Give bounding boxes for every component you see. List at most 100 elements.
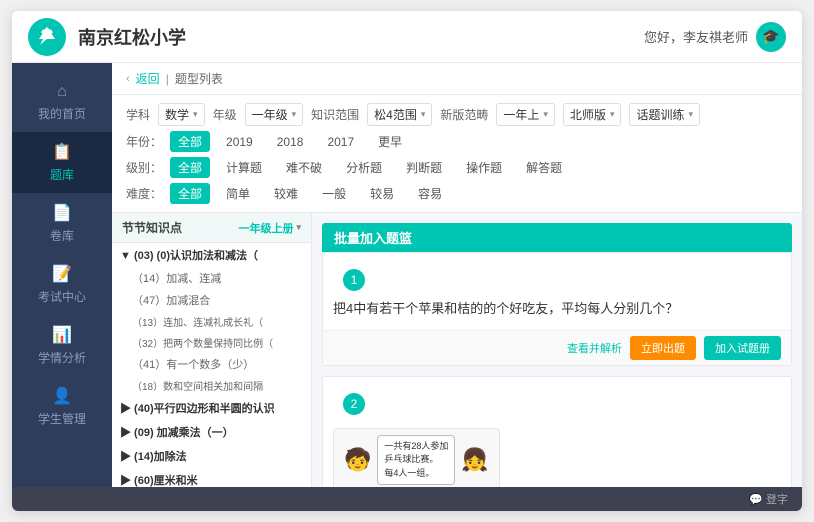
home-icon: ⌂ bbox=[57, 83, 67, 101]
figure-left: 🧒 bbox=[344, 447, 371, 473]
version-dropdown-arrow-2: ▾ bbox=[610, 109, 615, 120]
tree-item-3[interactable]: （13）连加、连减礼成长礼（ bbox=[112, 311, 311, 332]
grade-select[interactable]: 一年级 ▾ bbox=[245, 103, 304, 126]
header: 南京红松小学 您好，李友祺老师 🎓 bbox=[12, 11, 802, 63]
wechat-label: 登字 bbox=[766, 491, 788, 507]
expand-analysis-btn[interactable]: 查看并解析 bbox=[567, 340, 622, 356]
sidebar-label-papers: 卷库 bbox=[50, 227, 74, 244]
tree-item-0[interactable]: ▼ (03) (0)认识加法和减法（ bbox=[112, 243, 311, 267]
tree-item-10[interactable]: ▶ (60)厘米和米 bbox=[112, 468, 311, 487]
type-tag-1[interactable]: 计算题 bbox=[218, 157, 270, 178]
year-tag-all[interactable]: 全部 bbox=[170, 131, 210, 152]
grade-label: 年级 bbox=[213, 106, 237, 123]
scope-select[interactable]: 松4范围 ▾ bbox=[367, 103, 432, 126]
tree-item-0-text: ▼ (03) (0)认识加法和减法（ bbox=[120, 247, 258, 263]
question-card-1: 1 把4中有若干个苹果和桔的的个好吃友，平均每人分别几个？ 查看并解析 立即出题… bbox=[322, 252, 792, 366]
tree-item-4[interactable]: （32）把两个数量保持同比例（ bbox=[112, 332, 311, 353]
analysis-icon: 📊 bbox=[52, 325, 72, 345]
left-panel-header: 节节知识点 一年级上册 ▾ bbox=[112, 213, 311, 243]
tree-item-4-text: （32）把两个数量保持同比例（ bbox=[132, 335, 273, 350]
version-select-2[interactable]: 北师版 ▾ bbox=[563, 103, 622, 126]
scope-label: 知识范围 bbox=[311, 106, 359, 123]
sidebar-label-questions: 题库 bbox=[50, 166, 74, 183]
tree-item-6[interactable]: （18）数和空间相关加和间隔 bbox=[112, 375, 311, 396]
question-illustration: 🧒 一共有28人参加 乒乓球比赛。 每4人一组。 👧 bbox=[333, 428, 500, 487]
exam-icon: 📝 bbox=[52, 264, 72, 284]
year-tag-2017[interactable]: 2017 bbox=[319, 133, 362, 151]
grade-dropdown-icon: ▾ bbox=[296, 222, 301, 233]
sidebar-item-questions[interactable]: 📋 题库 bbox=[12, 132, 112, 193]
sidebar-item-analysis[interactable]: 📊 学情分析 bbox=[12, 315, 112, 376]
type-tag-3[interactable]: 分析题 bbox=[338, 157, 390, 178]
main-body: ⌂ 我的首页 📋 题库 📄 卷库 📝 考试中心 📊 学情分析 👤 学生管理 bbox=[12, 63, 802, 487]
version-select-3[interactable]: 话题训练 ▾ bbox=[629, 103, 700, 126]
create-paper-btn[interactable]: 立即出题 bbox=[630, 336, 696, 360]
type-tag-2[interactable]: 难不破 bbox=[278, 157, 330, 178]
sidebar-label-home: 我的首页 bbox=[38, 105, 86, 122]
tree-item-1-text: （14）加减、连减 bbox=[132, 270, 221, 286]
question-text-1: 把4中有若干个苹果和桔的的个好吃友，平均每人分别几个？ bbox=[323, 299, 791, 330]
version-dropdown-arrow: ▾ bbox=[543, 109, 548, 120]
grade-dropdown-arrow: ▾ bbox=[292, 109, 297, 120]
version-label: 新版范畴 bbox=[440, 106, 488, 123]
tree-item-9[interactable]: ▶ (14)加除法 bbox=[112, 444, 311, 468]
year-tag-earlier[interactable]: 更早 bbox=[370, 131, 410, 152]
year-tag-2019[interactable]: 2019 bbox=[218, 133, 261, 151]
sidebar-label-student: 学生管理 bbox=[38, 410, 86, 427]
tree-item-8[interactable]: ▶ (09) 加减乘法（一） bbox=[112, 420, 311, 444]
tree-item-2[interactable]: （47）加减混合 bbox=[112, 289, 311, 311]
tree-item-2-text: （47）加减混合 bbox=[132, 292, 210, 308]
type-tag-6[interactable]: 解答题 bbox=[518, 157, 570, 178]
tree-item-5-text: （41）有一个数多（少） bbox=[132, 356, 254, 372]
year-tag-2018[interactable]: 2018 bbox=[269, 133, 312, 151]
breadcrumb-back[interactable]: 返回 bbox=[136, 70, 160, 87]
tree-item-7[interactable]: ▶ (40)平行四边形和半圆的认识 bbox=[112, 396, 311, 420]
sidebar-item-student[interactable]: 👤 学生管理 bbox=[12, 376, 112, 437]
question-number-2: 2 bbox=[343, 393, 365, 415]
grade-selector[interactable]: 一年级上册 ▾ bbox=[238, 220, 301, 236]
type-tag-4[interactable]: 判断题 bbox=[398, 157, 450, 178]
papers-icon: 📄 bbox=[52, 203, 72, 223]
breadcrumb-separator: | bbox=[166, 72, 169, 86]
question-image-area: 🧒 一共有28人参加 乒乓球比赛。 每4人一组。 👧 bbox=[323, 423, 791, 487]
wechat-footer: 💬 登字 bbox=[12, 487, 802, 511]
difficulty-tag-1[interactable]: 简单 bbox=[218, 183, 258, 204]
sidebar-item-exam[interactable]: 📝 考试中心 bbox=[12, 254, 112, 315]
difficulty-tag-4[interactable]: 较易 bbox=[362, 183, 402, 204]
scope-dropdown-arrow: ▾ bbox=[421, 109, 426, 120]
sidebar-label-exam: 考试中心 bbox=[38, 288, 86, 305]
sidebar: ⌂ 我的首页 📋 题库 📄 卷库 📝 考试中心 📊 学情分析 👤 学生管理 bbox=[12, 63, 112, 487]
difficulty-tag-3[interactable]: 一般 bbox=[314, 183, 354, 204]
difficulty-tag-all[interactable]: 全部 bbox=[170, 183, 210, 204]
sidebar-label-analysis: 学情分析 bbox=[38, 349, 86, 366]
figure-right: 👧 bbox=[461, 447, 488, 473]
breadcrumb-current: 题型列表 bbox=[175, 70, 223, 87]
subject-select[interactable]: 数学 ▾ bbox=[158, 103, 205, 126]
question-actions-1: 查看并解析 立即出题 加入试题册 bbox=[323, 330, 791, 365]
header-user: 您好，李友祺老师 🎓 bbox=[644, 22, 786, 52]
difficulty-tag-5[interactable]: 容易 bbox=[410, 183, 450, 204]
questions-icon: 📋 bbox=[52, 142, 72, 162]
tree-item-6-text: （18）数和空间相关加和间隔 bbox=[132, 378, 263, 393]
filter-area: 学科 数学 ▾ 年级 一年级 ▾ 知识范围 松4范围 ▾ 新版范 bbox=[112, 95, 802, 213]
sidebar-item-papers[interactable]: 📄 卷库 bbox=[12, 193, 112, 254]
app-logo bbox=[28, 18, 66, 56]
sidebar-item-home[interactable]: ⌂ 我的首页 bbox=[12, 73, 112, 132]
speech-bubble: 一共有28人参加 乒乓球比赛。 每4人一组。 bbox=[377, 435, 455, 486]
wechat-logo: 💬 登字 bbox=[749, 491, 788, 507]
difficulty-tag-2[interactable]: 较难 bbox=[266, 183, 306, 204]
subject-dropdown-arrow: ▾ bbox=[193, 109, 198, 120]
left-panel: 节节知识点 一年级上册 ▾ ▼ (03) (0)认识加法和减法（ （14）加减、… bbox=[112, 213, 312, 487]
type-label: 级别： bbox=[126, 159, 162, 176]
type-tag-all[interactable]: 全部 bbox=[170, 157, 210, 178]
add-to-basket-btn[interactable]: 加入试题册 bbox=[704, 336, 781, 360]
content-area: ‹ 返回 | 题型列表 学科 数学 ▾ 年级 一年级 ▾ bbox=[112, 63, 802, 487]
filter-row-1: 学科 数学 ▾ 年级 一年级 ▾ 知识范围 松4范围 ▾ 新版范 bbox=[126, 103, 788, 126]
tree-item-5[interactable]: （41）有一个数多（少） bbox=[112, 353, 311, 375]
type-tag-5[interactable]: 操作题 bbox=[458, 157, 510, 178]
tree-item-1[interactable]: （14）加减、连减 bbox=[112, 267, 311, 289]
version-select[interactable]: 一年上 ▾ bbox=[496, 103, 555, 126]
right-panel: 批量加入题篮 1 把4中有若干个苹果和桔的的个好吃友，平均每人分别几个？ 查看并… bbox=[312, 213, 802, 487]
knowledge-points-label: 节节知识点 bbox=[122, 219, 182, 236]
filter-row-4: 难度： 全部 简单 较难 一般 较易 容易 bbox=[126, 183, 788, 204]
